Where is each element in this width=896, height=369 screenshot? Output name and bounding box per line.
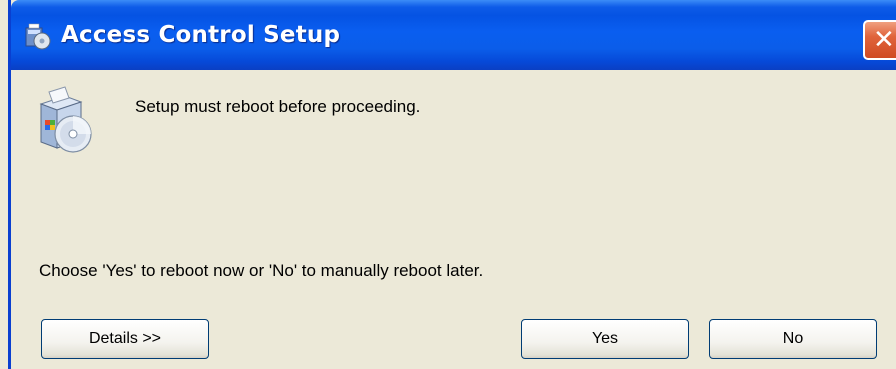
yes-button[interactable]: Yes (521, 319, 689, 359)
details-button[interactable]: Details >> (41, 319, 209, 359)
install-package-icon (39, 86, 92, 153)
window-title: Access Control Setup (61, 22, 341, 48)
prompt-text: Choose 'Yes' to reboot now or 'No' to ma… (39, 261, 484, 280)
setup-icon (25, 23, 51, 50)
close-icon: ✕ (873, 25, 895, 55)
close-button[interactable]: ✕ (863, 20, 896, 60)
title-bar[interactable]: Access Control Setup ✕ (11, 0, 896, 70)
no-button[interactable]: No (709, 319, 877, 359)
message-text: Setup must reboot before proceeding. (135, 97, 421, 116)
dialog-window: Access Control Setup ✕ Setup must reboot… (8, 0, 896, 369)
